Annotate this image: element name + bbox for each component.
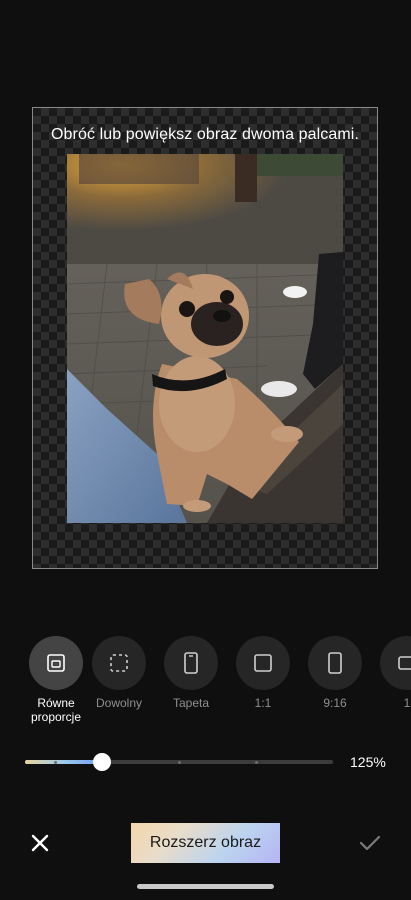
freeform-crop-icon <box>92 636 146 690</box>
option-wallpaper[interactable]: Tapeta <box>155 636 227 710</box>
photo-of-dog <box>67 154 343 523</box>
option-label: 9:16 <box>323 696 347 710</box>
expand-image-button[interactable]: Rozszerz obraz <box>131 823 280 863</box>
gesture-hint: Obróć lub powiększ obraz dwoma palcami. <box>50 126 360 143</box>
option-9-16[interactable]: 9:16 <box>299 636 371 710</box>
portrait-ratio-icon <box>308 636 362 690</box>
option-1-1[interactable]: 1:1 <box>227 636 299 710</box>
option-label: Dowolny <box>95 696 143 710</box>
aspect-ratio-options: Równe proporcje Dowolny Tapeta 1:1 9:16 … <box>20 636 411 726</box>
option-label: 1:1 <box>254 696 272 710</box>
option-freeform[interactable]: Dowolny <box>83 636 155 710</box>
home-indicator[interactable] <box>137 884 274 889</box>
slider-tick <box>54 761 57 764</box>
option-more-ratio[interactable]: 1 <box>371 636 411 710</box>
slider-tick <box>178 761 181 764</box>
square-ratio-icon <box>236 636 290 690</box>
option-label: Równe proporcje <box>30 696 82 724</box>
close-button[interactable] <box>27 830 53 856</box>
slider-tick <box>255 761 258 764</box>
wallpaper-phone-icon <box>164 636 218 690</box>
option-label: 1 <box>403 696 411 710</box>
zoom-slider[interactable] <box>25 753 333 771</box>
zoom-value: 125% <box>350 754 386 770</box>
close-icon <box>31 834 49 852</box>
slider-handle[interactable] <box>93 753 111 771</box>
equal-ratio-icon <box>29 636 83 690</box>
slider-fill <box>25 760 102 764</box>
edited-photo[interactable] <box>67 154 343 523</box>
ratio-icon <box>380 636 411 690</box>
confirm-button[interactable] <box>357 830 383 856</box>
option-label: Tapeta <box>172 696 210 710</box>
check-icon <box>359 835 381 851</box>
option-equal-ratio[interactable]: Równe proporcje <box>20 636 92 724</box>
